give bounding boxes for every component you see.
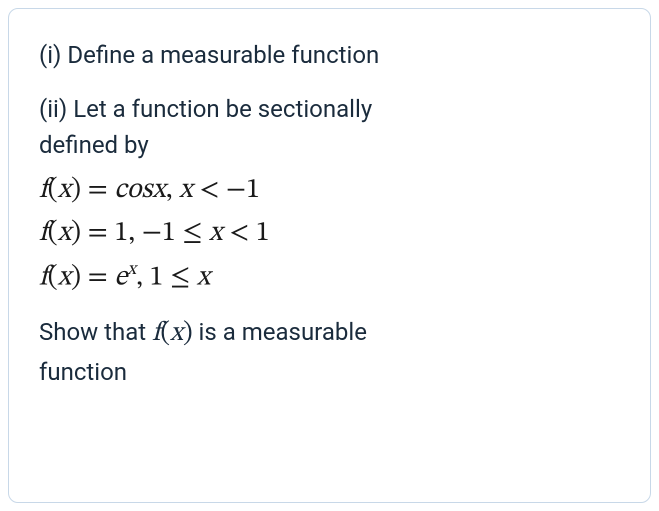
eq3-op: ≤ bbox=[163, 263, 196, 291]
eq1-rhs: cosx bbox=[114, 176, 165, 204]
part-ii-intro-line1: (ii) Let a function be sectionally bbox=[39, 91, 620, 127]
eq2-cvar: x bbox=[209, 219, 222, 247]
eq1-op: < bbox=[193, 176, 226, 204]
eq2-comma: , bbox=[128, 219, 141, 247]
eq3-comma: , bbox=[136, 263, 149, 291]
eq3-lvar: x bbox=[58, 263, 71, 291]
eq2-lvar: x bbox=[58, 219, 71, 247]
eq1-cvar: x bbox=[179, 176, 192, 204]
eq1-f: f bbox=[39, 176, 48, 204]
eq2-op1: ≤ bbox=[176, 219, 209, 247]
eq1-val: −1 bbox=[226, 176, 260, 204]
eq3-f: f bbox=[39, 263, 48, 291]
eq3-lo: 1 bbox=[150, 263, 164, 291]
equation-2: f(x) = 1, −1 ≤ x < 1 bbox=[39, 212, 620, 255]
equation-block: f(x) = cosx, x < −1 f(x) = 1, −1 ≤ x < 1… bbox=[39, 169, 620, 300]
conclusion-var: x bbox=[170, 320, 183, 347]
eq2-lo: −1 bbox=[142, 219, 176, 247]
part-ii-intro-line2: defined by bbox=[39, 127, 620, 163]
conclusion-pre: Show that bbox=[39, 318, 152, 346]
eq1-lvar: x bbox=[58, 176, 71, 204]
conclusion-f: f bbox=[152, 320, 160, 347]
eq3-cvar: x bbox=[197, 263, 210, 291]
part-i-text: (i) Define a measurable function bbox=[39, 37, 620, 73]
eq1-comma: , bbox=[166, 176, 179, 204]
equation-3: f(x) = ex, 1 ≤ x bbox=[39, 256, 620, 300]
eq3-base: e bbox=[114, 263, 127, 291]
conclusion-post1: is a measurable bbox=[193, 318, 367, 346]
eq2-rhs: 1 bbox=[114, 219, 128, 247]
conclusion-text: Show that f(x) is a measurable function bbox=[39, 314, 620, 391]
problem-container: (i) Define a measurable function (ii) Le… bbox=[8, 8, 651, 503]
equation-1: f(x) = cosx, x < −1 bbox=[39, 169, 620, 212]
eq3-exp: x bbox=[127, 261, 136, 279]
conclusion-post2: function bbox=[39, 358, 127, 386]
eq2-hi: 1 bbox=[256, 219, 270, 247]
eq2-op2: < bbox=[222, 219, 255, 247]
eq2-f: f bbox=[39, 219, 48, 247]
